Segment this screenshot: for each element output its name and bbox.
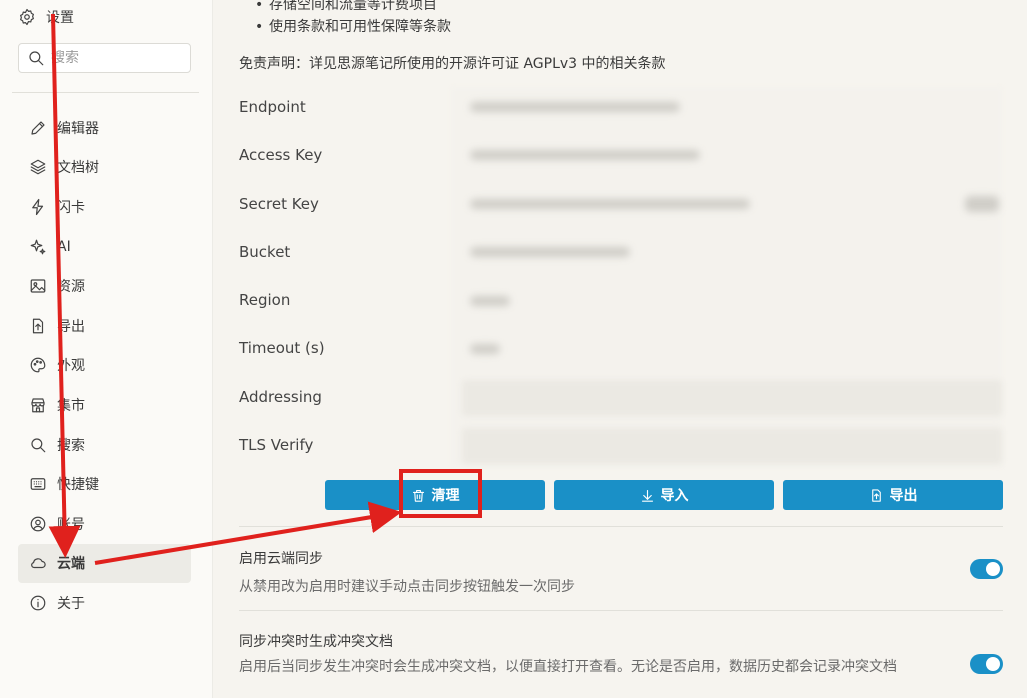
sidebar-item-editor[interactable]: 编辑器 — [18, 108, 191, 148]
settings-header: 设置 — [18, 5, 74, 29]
field-label: Access Key — [239, 146, 323, 165]
setting-enable-sync: 启用云端同步 从禁用改为启用时建议手动点击同步按钮触发一次同步 — [239, 548, 1003, 596]
sidebar-item-label: 云端 — [57, 556, 85, 573]
section-divider — [239, 526, 1003, 527]
sidebar-item-account[interactable]: 账号 — [18, 504, 191, 544]
sidebar-item-label: 导出 — [57, 318, 85, 335]
info-icon — [29, 594, 47, 612]
search-icon — [29, 436, 47, 454]
setting-description: 启用后当同步发生冲突时会生成冲突文档，以便直接打开查看。无论是否启用，数据历史都… — [239, 659, 897, 675]
bullet-item: 存储空间和流量等计费项目 — [255, 0, 451, 16]
sidebar-item-cloud[interactable]: 云端 — [18, 543, 191, 584]
sidebar-item-label: 编辑器 — [57, 120, 99, 137]
sidebar-item-assets[interactable]: 资源 — [18, 266, 191, 306]
cloud-icon — [29, 554, 47, 572]
secret-key-toggle-blurred[interactable] — [965, 196, 999, 212]
sidebar-item-search[interactable]: 搜索 — [18, 425, 191, 465]
export-button-label: 导出 — [889, 488, 918, 504]
sidebar-item-ai[interactable]: AI — [18, 227, 191, 267]
endpoint-input-blurred[interactable] — [470, 102, 680, 112]
addressing-select-blurred[interactable] — [462, 380, 1002, 416]
import-button[interactable]: 导入 — [554, 480, 774, 510]
field-label: Secret Key — [239, 194, 319, 213]
gear-icon — [18, 8, 36, 26]
store-icon — [29, 396, 47, 414]
sidebar-item-label: 集市 — [57, 397, 85, 414]
field-label: Timeout (s) — [239, 339, 325, 358]
sidebar-item-about[interactable]: 关于 — [18, 583, 191, 623]
setting-conflict-doc: 同步冲突时生成冲突文档 启用后当同步发生冲突时会生成冲突文档，以便直接打开查看。… — [239, 631, 1003, 677]
sidebar-item-label: 资源 — [57, 279, 85, 296]
keyboard-icon — [29, 475, 47, 493]
sidebar-item-label: 快捷键 — [57, 477, 99, 494]
sidebar-item-label: AI — [57, 238, 71, 255]
field-label: Endpoint — [239, 98, 306, 116]
sidebar-item-bazaar[interactable]: 集市 — [18, 385, 191, 425]
field-label: Region — [239, 291, 291, 310]
settings-title: 设置 — [46, 10, 74, 26]
setting-title: 启用云端同步 — [239, 551, 323, 567]
sidebar-item-label: 闪卡 — [57, 199, 85, 216]
image-icon — [29, 277, 47, 295]
setting-title: 同步冲突时生成冲突文档 — [239, 634, 393, 650]
sidebar-item-label: 外观 — [57, 358, 85, 375]
search-input[interactable] — [51, 50, 171, 66]
disclaimer-text: 免责声明：详见思源笔记所使用的开源许可证 AGPLv3 中的相关条款 — [239, 56, 666, 72]
timeout-input-blurred[interactable] — [470, 344, 500, 354]
account-icon — [29, 515, 47, 533]
pencil-icon — [29, 119, 47, 137]
access-key-input-blurred[interactable] — [470, 150, 700, 160]
section-divider — [239, 610, 1003, 611]
sidebar-item-export[interactable]: 导出 — [18, 306, 191, 346]
sidebar-item-keymap[interactable]: 快捷键 — [18, 464, 191, 504]
layers-icon — [29, 158, 47, 176]
field-label: Addressing — [239, 387, 322, 406]
export-file-icon — [869, 488, 884, 503]
conflict-doc-toggle[interactable] — [970, 654, 1003, 674]
sidebar-item-label: 搜索 — [57, 437, 85, 454]
tls-verify-select-blurred[interactable] — [462, 428, 1002, 464]
sidebar-nav: 编辑器 文档树 闪卡 AI 资源 导出 外观 集市 搜索 快捷键 账号 云端 关… — [18, 108, 191, 623]
sidebar-divider — [12, 92, 199, 93]
sidebar-item-filetree[interactable]: 文档树 — [18, 148, 191, 188]
secret-key-input-blurred[interactable] — [470, 199, 750, 209]
import-button-label: 导入 — [660, 488, 689, 504]
palette-icon — [29, 356, 47, 374]
flash-icon — [29, 198, 47, 216]
enable-sync-toggle[interactable] — [970, 559, 1003, 579]
sidebar-item-appearance[interactable]: 外观 — [18, 346, 191, 386]
export-button[interactable]: 导出 — [783, 480, 1003, 510]
sparkle-icon — [29, 238, 47, 256]
setting-description: 从禁用改为启用时建议手动点击同步按钮触发一次同步 — [239, 579, 575, 595]
field-label: TLS Verify — [239, 436, 314, 455]
bullet-item: 使用条款和可用性保障等条款 — [255, 16, 451, 38]
search-icon — [27, 49, 45, 67]
sidebar-item-flashcard[interactable]: 闪卡 — [18, 187, 191, 227]
sidebar-item-label: 关于 — [57, 595, 85, 612]
download-arrow-icon — [640, 488, 655, 503]
region-input-blurred[interactable] — [470, 296, 510, 306]
export-icon — [29, 317, 47, 335]
billing-notes: 存储空间和流量等计费项目 使用条款和可用性保障等条款 — [255, 0, 451, 38]
settings-sidebar: 设置 编辑器 文档树 闪卡 AI 资源 导出 — [0, 0, 213, 698]
sidebar-item-label: 文档树 — [57, 160, 99, 177]
search-box[interactable] — [18, 43, 191, 73]
sidebar-item-label: 账号 — [57, 516, 85, 533]
annotation-highlight-box — [399, 469, 482, 518]
bucket-input-blurred[interactable] — [470, 247, 630, 257]
field-label: Bucket — [239, 242, 291, 261]
